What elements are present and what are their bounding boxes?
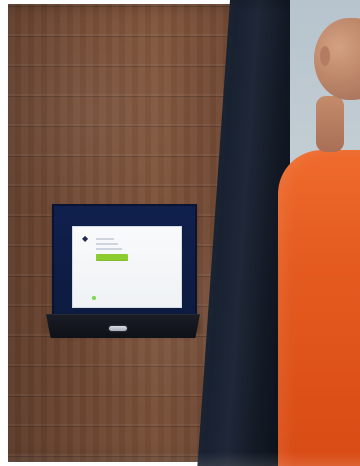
- terminal-screen: ◆: [72, 226, 182, 308]
- person-body: [278, 150, 360, 466]
- person-ear: [320, 46, 330, 66]
- screen-text-line: [96, 238, 114, 240]
- photo-scene: ◆: [0, 0, 360, 466]
- screen-action-button: [96, 254, 128, 261]
- wall-terminal: ◆: [52, 204, 197, 316]
- person-neck: [316, 96, 344, 152]
- screen-text-line: [96, 243, 118, 245]
- logo-icon: ◆: [82, 234, 89, 243]
- screen-text-line: [96, 248, 122, 250]
- badge-slot-icon: [109, 326, 127, 331]
- screen-text-lines: [96, 238, 122, 254]
- floor-glow: [0, 452, 360, 466]
- status-light-icon: [92, 296, 96, 300]
